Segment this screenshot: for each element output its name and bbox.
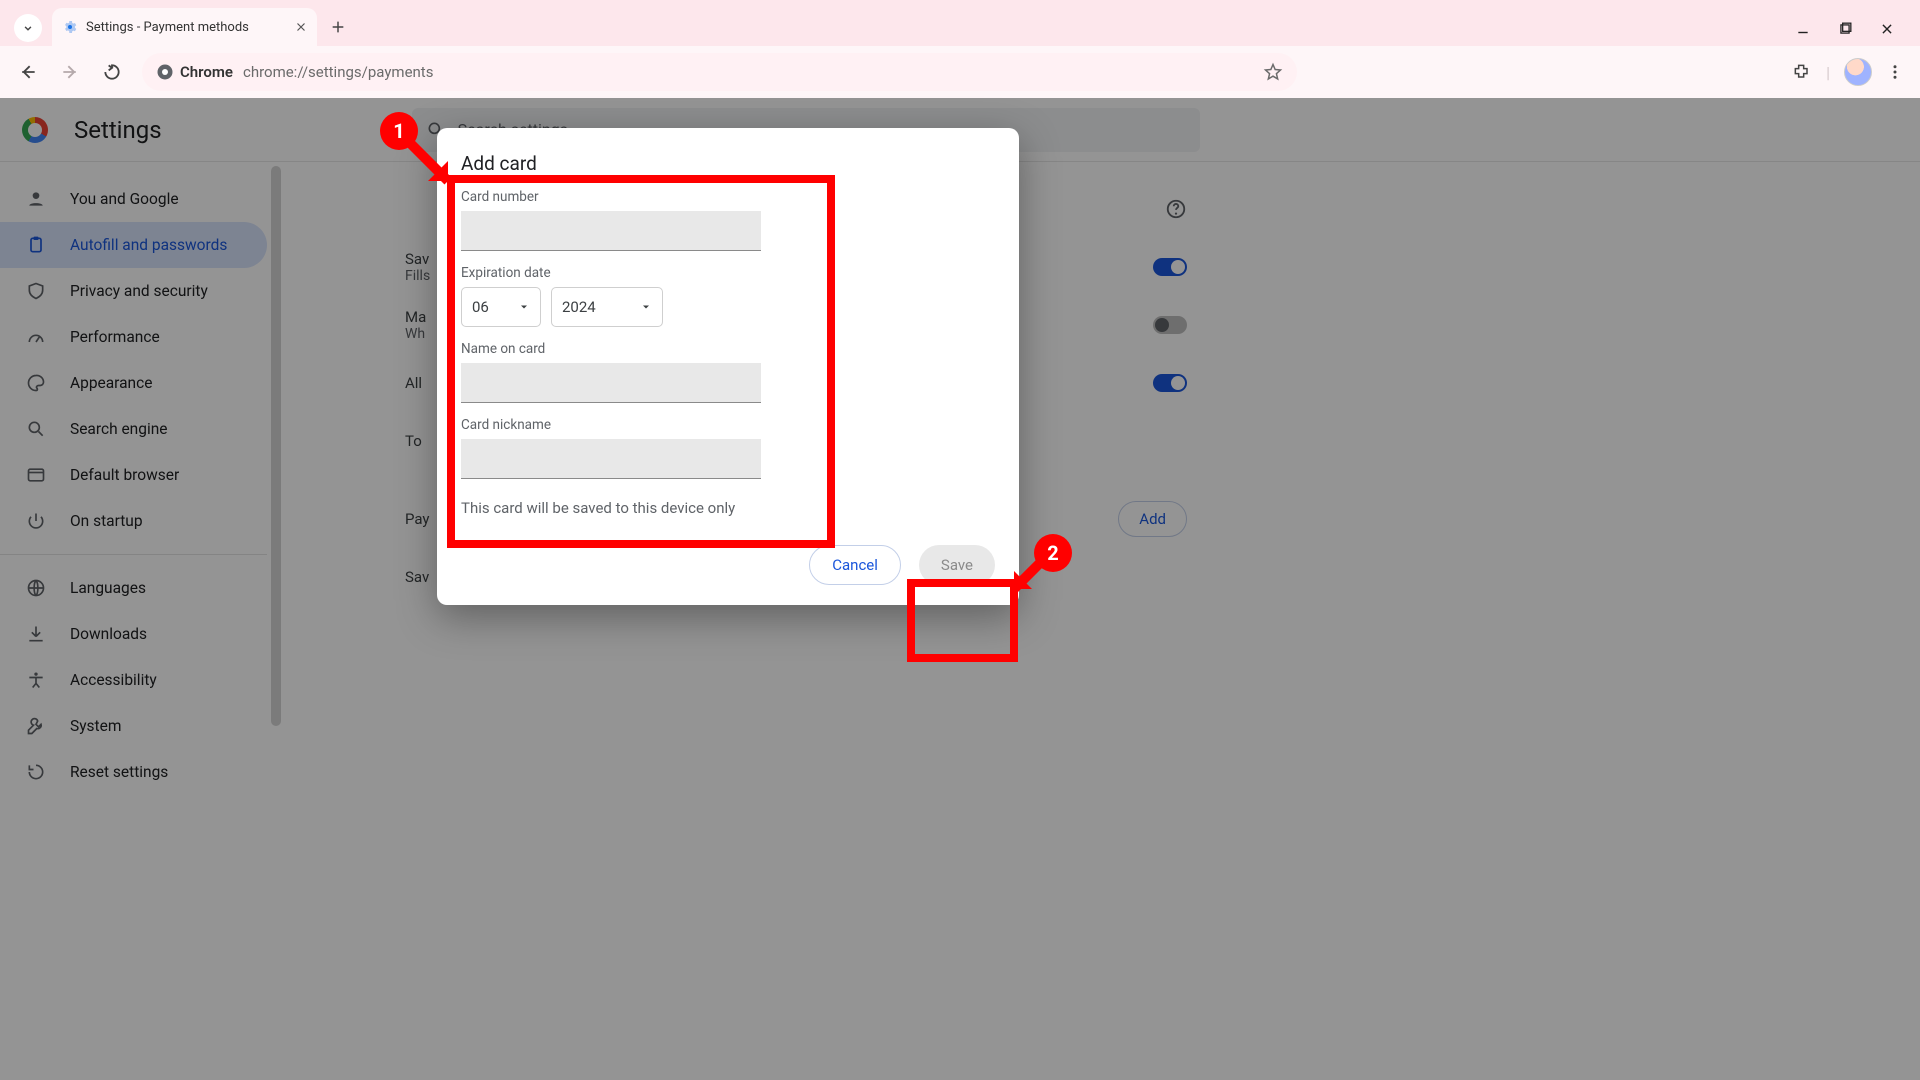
- arrow-right-icon: [60, 62, 80, 82]
- omnibox-url: chrome://settings/payments: [243, 63, 434, 81]
- chrome-icon: [156, 63, 174, 81]
- new-tab-button[interactable]: [323, 12, 353, 42]
- card-nickname-label: Card nickname: [461, 417, 995, 433]
- site-identity-label: Chrome: [180, 63, 233, 81]
- window-controls: [1796, 22, 1912, 46]
- star-icon: [1263, 62, 1283, 82]
- close-icon: [1880, 22, 1894, 36]
- card-number-input[interactable]: [461, 211, 761, 251]
- card-nickname-input[interactable]: [461, 439, 761, 479]
- select-value: 2024: [562, 298, 596, 316]
- expiration-year-select[interactable]: 2024: [551, 287, 663, 327]
- puzzle-icon: [1792, 62, 1812, 82]
- expiration-month-select[interactable]: 06: [461, 287, 541, 327]
- site-identity-chip[interactable]: Chrome: [156, 63, 233, 81]
- omnibox[interactable]: Chrome chrome://settings/payments: [142, 53, 1297, 91]
- arrow-left-icon: [18, 62, 38, 82]
- settings-app: Settings Search settings You and Google …: [0, 98, 1920, 1080]
- cancel-button[interactable]: Cancel: [809, 545, 901, 585]
- extensions-button[interactable]: [1792, 62, 1812, 82]
- browser-toolbar: Chrome chrome://settings/payments |: [0, 46, 1920, 98]
- gear-icon: [62, 19, 78, 35]
- card-number-label: Card number: [461, 189, 995, 205]
- dialog-title: Add card: [461, 152, 995, 175]
- select-value: 06: [472, 298, 489, 316]
- bookmark-button[interactable]: [1263, 62, 1283, 82]
- tab-search-button[interactable]: [14, 14, 42, 42]
- nav-forward-button[interactable]: [52, 54, 88, 90]
- dialog-note: This card will be saved to this device o…: [461, 499, 995, 517]
- profile-avatar-button[interactable]: [1844, 58, 1872, 86]
- save-button[interactable]: Save: [919, 545, 995, 585]
- window-minimize-button[interactable]: [1796, 22, 1810, 36]
- caret-down-icon: [518, 301, 530, 313]
- tab-strip: Settings - Payment methods: [0, 0, 1920, 46]
- plus-icon: [330, 19, 346, 35]
- tab-close-button[interactable]: [295, 21, 307, 33]
- cancel-button-label: Cancel: [832, 556, 878, 574]
- maximize-icon: [1838, 22, 1852, 36]
- reload-icon: [102, 62, 122, 82]
- browser-tab-active[interactable]: Settings - Payment methods: [52, 8, 317, 46]
- expiration-date-label: Expiration date: [461, 265, 995, 281]
- window-close-button[interactable]: [1880, 22, 1894, 36]
- tab-title: Settings - Payment methods: [86, 20, 249, 35]
- name-on-card-label: Name on card: [461, 341, 995, 357]
- add-card-dialog: Add card Card number Expiration date 06 …: [437, 128, 1019, 605]
- kebab-icon: [1886, 63, 1904, 81]
- minimize-icon: [1796, 22, 1810, 36]
- save-button-label: Save: [941, 556, 973, 574]
- close-icon: [295, 21, 307, 33]
- nav-reload-button[interactable]: [94, 54, 130, 90]
- nav-back-button[interactable]: [10, 54, 46, 90]
- caret-down-icon: [640, 301, 652, 313]
- chevron-down-icon: [21, 21, 35, 35]
- browser-menu-button[interactable]: [1886, 63, 1904, 81]
- name-on-card-input[interactable]: [461, 363, 761, 403]
- window-maximize-button[interactable]: [1838, 22, 1852, 36]
